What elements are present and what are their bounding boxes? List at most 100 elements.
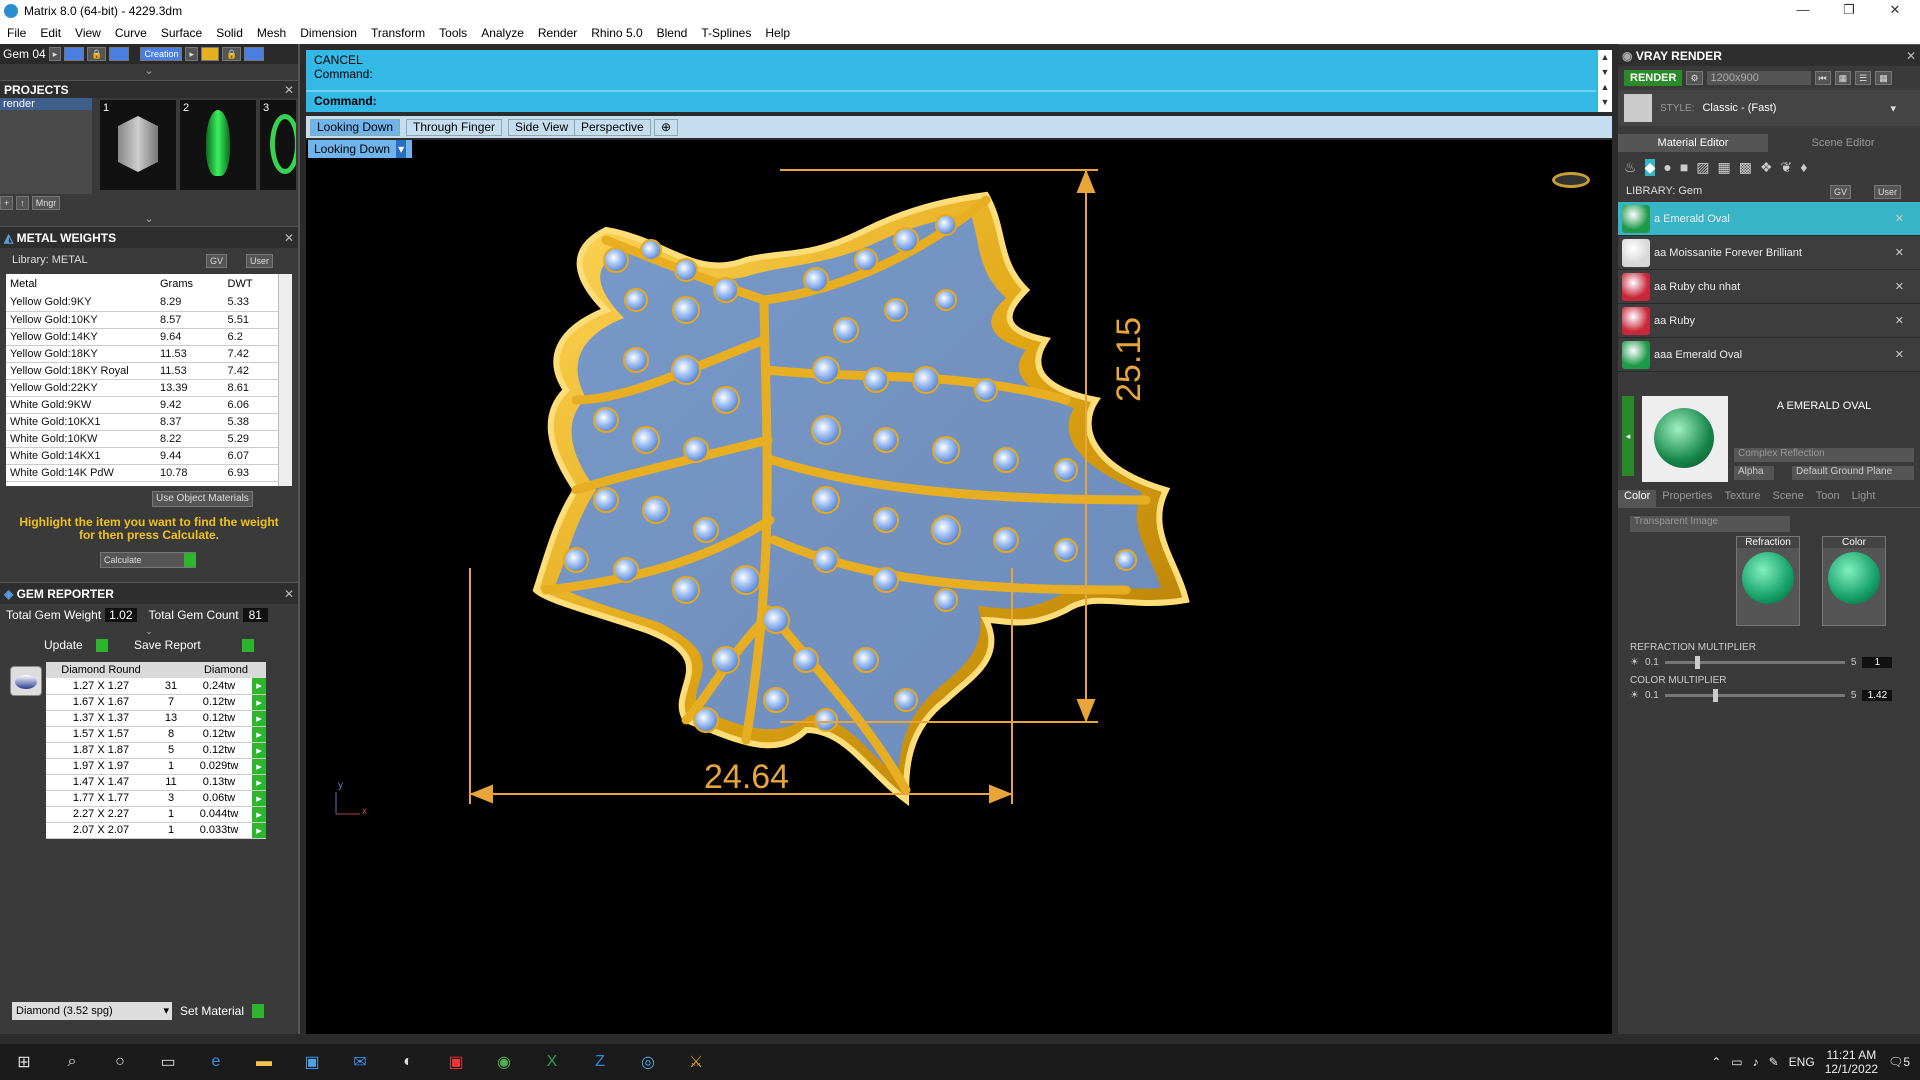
gem-lock-button[interactable]: 🔒 [87,47,107,61]
gem-row[interactable]: 1.87 X 1.87 5 0.12tw ▸ [46,742,266,759]
rewind-icon[interactable]: ⏮ [1814,71,1831,85]
material-item[interactable]: a Emerald Oval ✕ [1618,202,1920,236]
gem-row[interactable]: 2.07 X 2.07 1 0.033tw ▸ [46,822,266,839]
collapse-handle-2[interactable]: ⌄ [0,212,298,226]
gem-select-icon[interactable]: ▸ [252,758,266,775]
metal-row[interactable]: Yellow Gold:9KY 8.29 5.33 [6,294,278,312]
creation-blue-button[interactable] [244,47,265,61]
metal-user-button[interactable]: User [246,254,274,268]
tab-light[interactable]: Light [1846,490,1882,507]
material-item[interactable]: aa Ruby ✕ [1618,304,1920,338]
menu-transform[interactable]: Transform [364,26,432,40]
tab-side-view[interactable]: Side View [508,119,576,136]
style-select[interactable]: Classic - (Fast) [1702,102,1882,114]
color-swatch[interactable]: Color [1822,536,1886,626]
menu-view[interactable]: View [68,26,108,40]
tab-properties[interactable]: Properties [1656,490,1718,507]
refraction-slider[interactable] [1664,655,1845,669]
image-mode-select[interactable]: Transparent Image [1630,516,1790,532]
windows-start-icon[interactable]: ⊞ [10,1048,38,1076]
remove-material-icon[interactable]: ✕ [1895,212,1904,225]
creation-color-button[interactable] [201,47,219,61]
gem-row[interactable]: 1.67 X 1.67 7 0.12tw ▸ [46,694,266,711]
minimize-button[interactable]: — [1780,0,1826,22]
remove-material-icon[interactable]: ✕ [1895,314,1904,327]
tab-looking-down[interactable]: Looking Down [310,119,401,136]
square-icon[interactable]: ■ [1680,159,1688,175]
grams-col-header[interactable]: Grams [156,274,224,294]
project-item[interactable]: render [0,98,92,110]
metal-weights-close-icon[interactable]: ✕ [284,227,294,249]
collapse-left-icon[interactable]: ◂ [1622,396,1634,476]
gem-reporter-close-icon[interactable]: ✕ [284,583,294,605]
vray-close-icon[interactable]: ✕ [1906,45,1916,67]
app-gold-icon[interactable]: ⚔ [682,1048,710,1076]
project-thumb-3[interactable]: 3 [260,100,296,190]
tab-toon[interactable]: Toon [1810,490,1846,507]
metal-row[interactable]: Yellow Gold:10KY 8.57 5.51 [6,311,278,329]
bulb-icon[interactable]: ♦ [1800,159,1807,175]
creation-button[interactable]: Creation [140,47,183,61]
tab-texture[interactable]: Texture [1718,490,1766,507]
gem-row[interactable]: 1.37 X 1.37 13 0.12tw ▸ [46,710,266,727]
remove-material-icon[interactable]: ✕ [1895,246,1904,259]
save-go-icon[interactable] [242,639,254,652]
flame-icon[interactable]: ♨ [1624,159,1637,176]
menu-render[interactable]: Render [531,26,584,40]
metal-col-header[interactable]: Metal [6,274,156,294]
tray-chevron-icon[interactable]: ⌃ [1711,1055,1721,1069]
material-select[interactable]: Diamond (3.52 spg) ▾ [12,1002,172,1020]
menu-tsplines[interactable]: T-Splines [694,26,758,40]
file-explorer-icon[interactable]: ▬ [250,1048,278,1076]
grid-icon[interactable]: ▦ [1875,71,1892,85]
list-icon[interactable]: ☰ [1855,71,1872,85]
render-settings-icon[interactable]: ⚙ [1686,71,1703,85]
menu-help[interactable]: Help [758,26,797,40]
gem-select-icon[interactable]: ▸ [252,726,266,743]
network-icon[interactable]: ▭ [1731,1055,1742,1069]
sphere-icon[interactable]: ● [1663,159,1671,175]
volume-icon[interactable]: ♪ [1753,1055,1759,1069]
project-thumb-1[interactable]: 1 [100,100,176,190]
task-view-icon[interactable]: ▭ [154,1048,182,1076]
tab-perspective[interactable]: Perspective [574,119,651,136]
gem-select-icon[interactable]: ▸ [252,742,266,759]
metal-row[interactable]: White Gold:14KX1 9.44 6.07 [6,447,278,465]
metal-row[interactable]: White Gold:9KW 9.42 6.06 [6,396,278,414]
gem-row[interactable]: 1.77 X 1.77 3 0.06tw ▸ [46,790,266,807]
add-project-button[interactable]: + [0,196,14,210]
menu-mesh[interactable]: Mesh [250,26,293,40]
hatch-icon[interactable]: ▨ [1696,159,1709,176]
close-button[interactable]: ✕ [1872,0,1918,22]
command-input[interactable]: Command: [306,90,1596,110]
menu-dimension[interactable]: Dimension [293,26,364,40]
menu-rhino[interactable]: Rhino 5.0 [584,26,649,40]
menu-blend[interactable]: Blend [650,26,695,40]
gem-icon[interactable]: ◆ [1644,158,1656,176]
manager-button[interactable]: Mngr [31,196,61,210]
metal-row[interactable]: Yellow Gold:22KY 13.39 8.61 [6,379,278,397]
refraction-swatch[interactable]: Refraction [1736,536,1800,626]
gem-type-header[interactable]: Diamond [186,662,266,678]
tab-material-editor[interactable]: Material Editor [1618,134,1768,152]
vray-user-button[interactable]: User [1874,185,1902,199]
set-material-button[interactable]: Set Material [180,1004,244,1018]
metal-row[interactable]: Yellow Gold:18KY 11.53 7.42 [6,345,278,363]
cortana-icon[interactable]: ○ [106,1048,134,1076]
project-thumb-2[interactable]: 2 [180,100,256,190]
app-red-icon[interactable]: ▣ [442,1048,470,1076]
alpha-toggle[interactable]: Alpha [1734,466,1774,480]
gem-select-icon[interactable]: ▸ [252,822,266,839]
texture-icon[interactable]: ▩ [1739,159,1752,176]
leaf-icon[interactable]: ❦ [1781,159,1793,176]
menu-file[interactable]: File [0,26,33,40]
creation-lock-button[interactable]: 🔒 [222,47,242,61]
clock[interactable]: 11:21 AM 12/1/2022 [1825,1048,1878,1076]
metal-scrollbar[interactable] [278,274,292,486]
up-project-button[interactable]: ↑ [16,196,29,210]
gem-select-icon[interactable]: ▸ [252,710,266,727]
color-slider[interactable] [1664,688,1845,702]
metal-gv-button[interactable]: GV [206,254,228,268]
collapse-handle-3[interactable]: ⌄ [0,626,298,636]
mail-icon[interactable]: ✉ [346,1048,374,1076]
